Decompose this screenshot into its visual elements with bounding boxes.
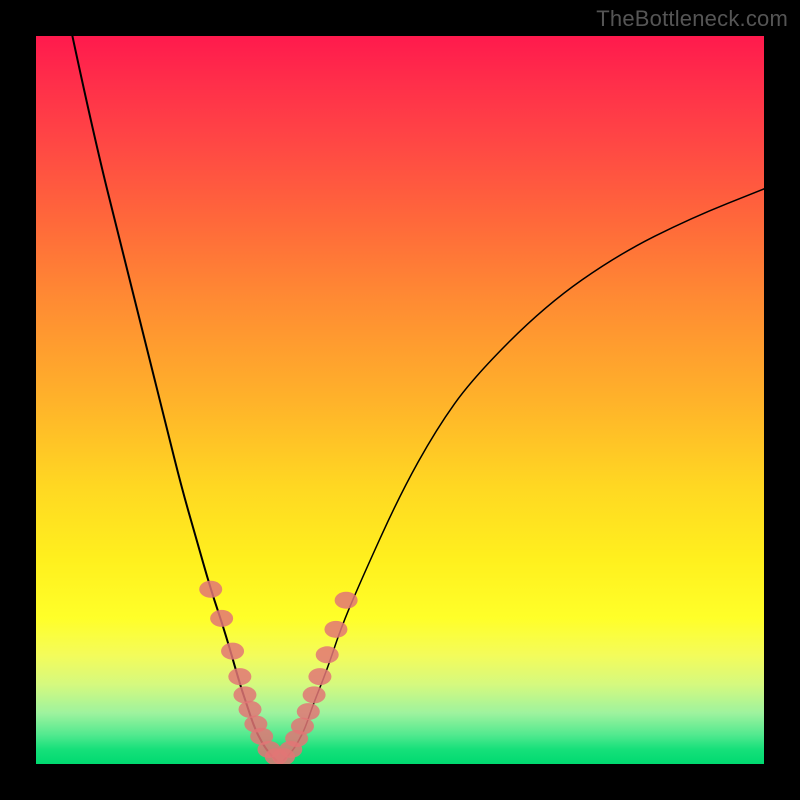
bead-marker xyxy=(291,718,314,735)
bead-marker xyxy=(221,643,244,660)
bead-marker xyxy=(297,703,320,720)
chart-canvas: TheBottleneck.com xyxy=(0,0,800,800)
bead-marker xyxy=(228,668,251,685)
bead-marker xyxy=(233,686,256,703)
plot-area xyxy=(36,36,764,764)
curve-right xyxy=(284,189,764,760)
watermark-text: TheBottleneck.com xyxy=(596,6,788,32)
chart-svg xyxy=(36,36,764,764)
bead-group xyxy=(199,581,357,764)
bead-marker xyxy=(324,621,347,638)
bead-marker xyxy=(303,686,326,703)
curve-left xyxy=(72,36,276,760)
bead-marker xyxy=(335,592,358,609)
bead-marker xyxy=(308,668,331,685)
bead-marker xyxy=(316,646,339,663)
bead-marker xyxy=(199,581,222,598)
bead-marker xyxy=(239,701,262,718)
bead-marker xyxy=(210,610,233,627)
